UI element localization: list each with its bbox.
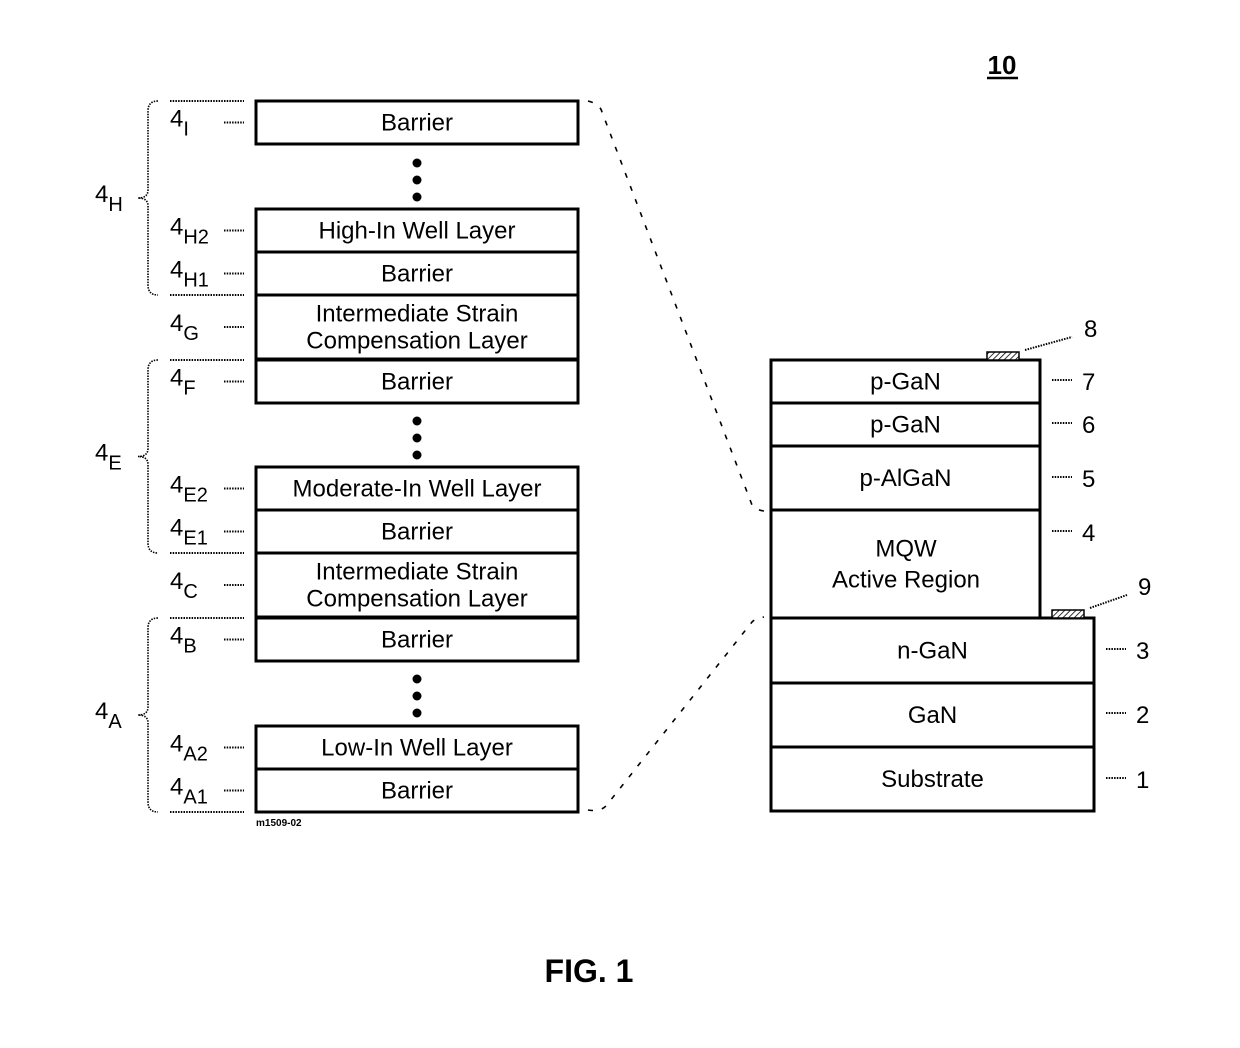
layer-box [769, 508, 1042, 620]
layer-label: Active Region [832, 567, 980, 594]
group-ref-label: 4E [95, 440, 122, 475]
device-number: 10 [987, 50, 1018, 80]
layer-label: Compensation Layer [306, 328, 527, 355]
mqw-layer-a2: Low-In Well Layer 4A2 [170, 724, 580, 771]
layer-label: Low-In Well Layer [321, 735, 513, 762]
device-layer-stack: p-GaN 7 p-GaN 6 p-AlGaN 5 MQW Active Region 4 n-G… [769, 316, 1151, 813]
leader-line [1024, 336, 1073, 351]
device-layer-p-algan-5: p-AlGaN 5 [769, 444, 1095, 512]
layer-label: Barrier [381, 627, 453, 654]
mqw-layer-c: Intermediate StrainCompensation Layer 4C [170, 551, 580, 619]
device-layer-p-gan-7: p-GaN 7 [769, 358, 1095, 405]
layer-ref-number: 5 [1082, 466, 1095, 493]
mqw-layer-e2: Moderate-In Well Layer 4E2 [170, 465, 580, 512]
layer-ref-label: 4F [170, 365, 196, 400]
device-layer-substrate-1: Substrate 1 [769, 745, 1149, 813]
layer-label: Barrier [381, 110, 453, 137]
ellipsis-dot [412, 175, 422, 185]
led-structure-diagram: 10 Barrier4IHigh-In Well Layer4H2Barrier… [95, 50, 1151, 989]
mqw-layer-i: Barrier 4I [170, 99, 580, 146]
layer-label: p-GaN [870, 412, 941, 439]
layer-label: Substrate [881, 766, 984, 793]
contact-ref-number: 8 [1084, 316, 1097, 343]
layer-label: MQW [875, 536, 937, 563]
layer-ref-number: 7 [1082, 369, 1095, 396]
layer-ref-label: 4A2 [170, 731, 208, 766]
mqw-layer-stack: Barrier 4I High-In Well Layer 4H2 Barrier 4H1… [95, 99, 580, 814]
device-layer-mqw-active-region-4: MQW Active Region 4 [769, 508, 1095, 620]
layer-ref-label: 4H1 [170, 257, 209, 292]
layer-ref-label: 4C [170, 568, 198, 603]
expansion-line-top [587, 100, 765, 512]
layer-ref-number: 6 [1082, 412, 1095, 439]
layer-ref-label: 4I [170, 106, 189, 141]
contact-ref-number: 9 [1138, 574, 1151, 601]
group-ref-label: 4A [95, 698, 122, 733]
layer-ref-label: 4E2 [170, 472, 208, 507]
mqw-layer-e1: Barrier 4E1 [170, 508, 580, 555]
contact-8: 8 [986, 316, 1097, 361]
contact-pad-icon [986, 351, 1020, 361]
device-layer-gan-2: GaN 2 [769, 681, 1149, 749]
ellipsis-dot [412, 192, 422, 202]
contact-9: 9 [1051, 574, 1151, 619]
device-number-text: 10 [988, 50, 1017, 80]
ellipsis-dot [412, 708, 422, 718]
layer-label: Barrier [381, 778, 453, 805]
brace-icon [137, 617, 159, 813]
ellipsis-dot [412, 433, 422, 443]
layer-ref-label: 4E1 [170, 515, 208, 550]
layer-ref-label: 4H2 [170, 214, 209, 249]
layer-label: GaN [908, 702, 957, 729]
layer-ref-number: 4 [1082, 520, 1095, 547]
mqw-layer-b: Barrier 4B [170, 616, 580, 663]
device-layer-n-gan-3: n-GaN 3 [769, 616, 1149, 685]
mqw-layer-a1: Barrier 4A1 [170, 767, 580, 814]
leader-line [1089, 594, 1128, 609]
layer-ref-label: 4A1 [170, 774, 208, 809]
layer-ref-number: 2 [1136, 702, 1149, 729]
contact-pad-icon [1051, 609, 1085, 619]
layer-label: Barrier [381, 519, 453, 546]
ellipsis-dot [412, 450, 422, 460]
device-layer-p-gan-6: p-GaN 6 [769, 401, 1095, 448]
ellipsis-dot [412, 691, 422, 701]
drawing-id: m1509-02 [256, 818, 302, 829]
layer-label: p-GaN [870, 369, 941, 396]
layer-ref-label: 4G [170, 310, 199, 345]
layer-label: n-GaN [897, 638, 968, 665]
layer-label: High-In Well Layer [319, 218, 516, 245]
group-ref-label: 4H [95, 181, 123, 216]
mqw-layer-h1: Barrier 4H1 [170, 250, 580, 297]
mqw-layer-h2: High-In Well Layer 4H2 [170, 207, 580, 254]
layer-ref-number: 1 [1136, 767, 1149, 794]
layer-label: Intermediate Strain [316, 301, 519, 328]
figure-title: FIG. 1 [545, 953, 634, 989]
mqw-layer-g: Intermediate StrainCompensation Layer 4G [170, 293, 580, 361]
layer-ref-number: 3 [1136, 638, 1149, 665]
layer-label: Moderate-In Well Layer [293, 476, 542, 503]
layer-label: Compensation Layer [306, 586, 527, 613]
ellipsis-dots [412, 674, 422, 718]
mqw-layer-f: Barrier 4F [170, 358, 580, 405]
layer-label: p-AlGaN [859, 465, 951, 492]
ellipsis-dots [412, 158, 422, 202]
brace-icon [137, 100, 159, 296]
ellipsis-dot [412, 158, 422, 168]
layer-label: Intermediate Strain [316, 559, 519, 586]
layer-label: Barrier [381, 261, 453, 288]
brace-icon [137, 359, 159, 554]
ellipsis-dot [412, 674, 422, 684]
ellipsis-dot [412, 416, 422, 426]
expansion-line-bottom [587, 616, 765, 812]
ellipsis-dots [412, 416, 422, 460]
layer-ref-label: 4B [170, 623, 197, 658]
layer-label: Barrier [381, 369, 453, 396]
